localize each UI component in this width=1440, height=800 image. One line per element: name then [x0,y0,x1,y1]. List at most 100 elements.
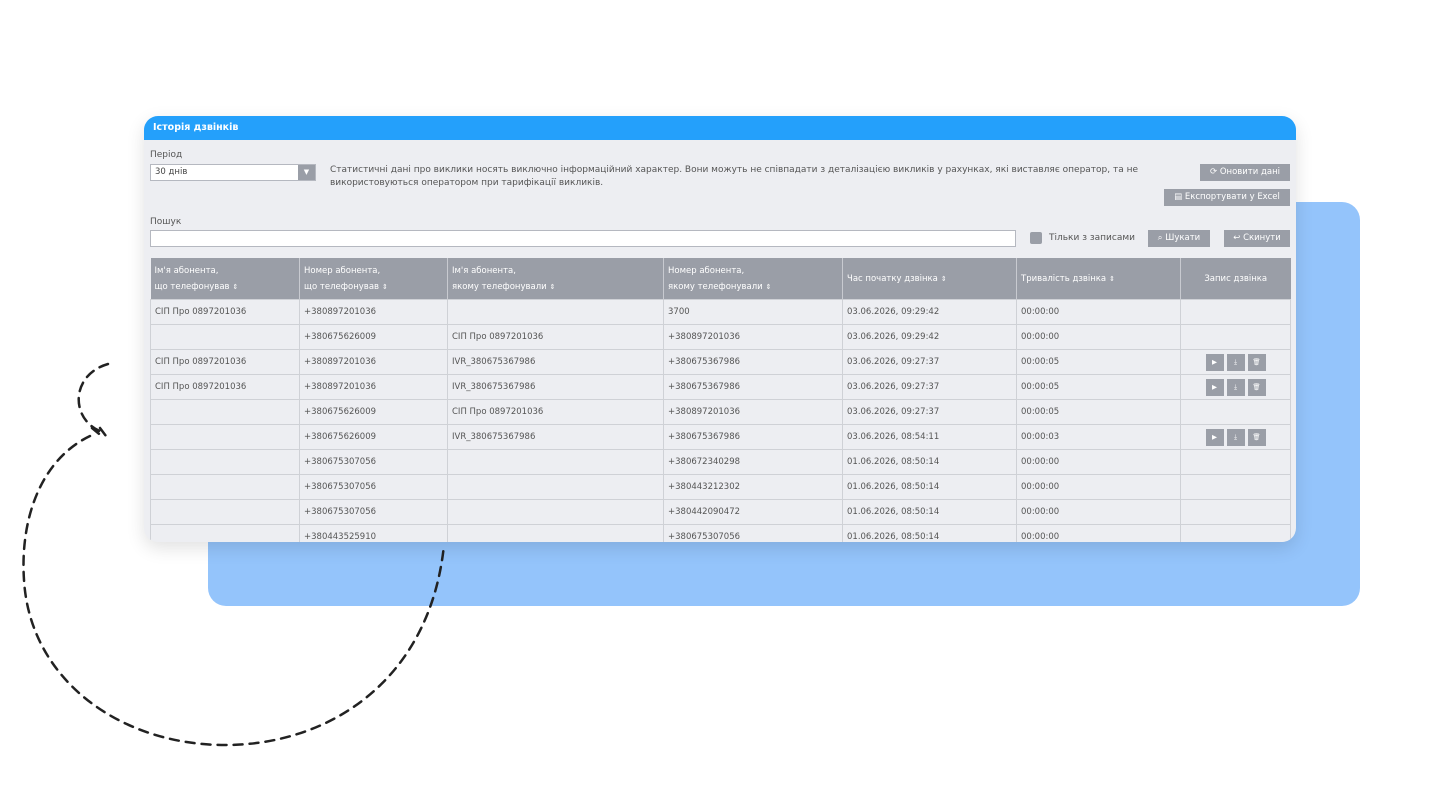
column-header-caller-name[interactable]: Ім'я абонента, що телефонував ⇕ [150,258,300,300]
only-records-checkbox[interactable] [1030,232,1042,244]
sort-icon[interactable]: ⇕ [550,283,556,291]
column-header-start-time[interactable]: Час початку дзвінка ⇕ [842,258,1017,300]
cell-caller-name [150,474,300,500]
cell-start-time: 01.06.2026, 08:50:14 [842,499,1017,525]
cell-duration: 00:00:05 [1016,399,1181,425]
reset-button[interactable]: ↩ Скинути [1224,230,1290,247]
cell-caller-name: СІП Про 0897201036 [150,299,300,325]
cell-callee-number: +380442090472 [663,499,843,525]
cell-recording: ▶ ⤓ 🗑 [1180,374,1291,400]
cell-caller-number: +380675626009 [299,324,448,350]
cell-caller-number: +380443525910 [299,524,448,542]
trash-icon[interactable]: 🗑 [1247,353,1266,371]
cell-callee-number: +380443212302 [663,474,843,500]
search-button[interactable]: ⌕ Шукати [1148,230,1210,247]
cell-recording [1180,499,1291,525]
cell-start-time: 03.06.2026, 09:27:37 [842,349,1017,375]
cell-callee-name [447,299,664,325]
cell-callee-number: +380672340298 [663,449,843,475]
sort-icon[interactable]: ⇕ [1109,275,1115,283]
cell-duration: 00:00:00 [1016,499,1181,525]
cell-callee-number: +380897201036 [663,324,843,350]
column-header-recording: Запис дзвінка [1180,258,1291,300]
cell-recording [1180,324,1291,350]
search-input[interactable] [150,230,1016,247]
play-icon[interactable]: ▶ [1205,353,1224,371]
play-icon[interactable]: ▶ [1205,428,1224,446]
reset-icon: ↩ [1233,233,1241,243]
table-header-row: Ім'я абонента, що телефонував ⇕ Номер абон… [150,258,1291,300]
cell-callee-number: +380675367986 [663,349,843,375]
chevron-down-icon[interactable]: ▼ [298,165,315,180]
export-excel-button[interactable]: ▤ Експортувати у Excel [1164,189,1290,206]
trash-icon[interactable]: 🗑 [1247,378,1266,396]
column-header-callee-number[interactable]: Номер абонента, якому телефонували ⇕ [663,258,843,300]
table-row[interactable]: +380675626009 СІП Про 0897201036 +38089720… [150,324,1291,350]
cell-callee-name: IVR_380675367986 [447,374,664,400]
cell-start-time: 03.06.2026, 08:54:11 [842,424,1017,450]
cell-caller-name: СІП Про 0897201036 [150,349,300,375]
cell-duration: 00:00:05 [1016,349,1181,375]
cell-caller-number: +380675307056 [299,499,448,525]
play-icon[interactable]: ▶ [1205,378,1224,396]
table-row[interactable]: +380443525910 +380675307056 01.06.2026, 08… [150,524,1291,542]
period-label: Період [150,150,183,160]
cell-callee-name: СІП Про 0897201036 [447,324,664,350]
cell-recording [1180,449,1291,475]
cell-callee-number: +380675367986 [663,424,843,450]
refresh-label: Оновити дані [1219,167,1280,177]
cell-caller-name [150,399,300,425]
trash-icon[interactable]: 🗑 [1247,428,1266,446]
sort-icon[interactable]: ⇕ [382,283,388,291]
cell-caller-number: +380675307056 [299,449,448,475]
column-header-callee-name[interactable]: Ім'я абонента, якому телефонували ⇕ [447,258,664,300]
cell-caller-name [150,324,300,350]
table-row[interactable]: +380675307056 +380443212302 01.06.2026, 08… [150,474,1291,500]
table-row[interactable]: СІП Про 0897201036 +380897201036 3700 03.06… [150,299,1291,325]
cell-start-time: 03.06.2026, 09:27:37 [842,399,1017,425]
search-button-label: Шукати [1165,233,1201,243]
cell-caller-number: +380675626009 [299,399,448,425]
table-row[interactable]: СІП Про 0897201036 +380897201036 IVR_38067… [150,374,1291,400]
download-icon[interactable]: ⤓ [1226,353,1245,371]
sort-icon[interactable]: ⇕ [766,283,772,291]
sort-icon[interactable]: ⇕ [941,275,947,283]
cell-caller-number: +380675307056 [299,474,448,500]
sort-icon[interactable]: ⇕ [233,283,239,291]
table-row[interactable]: +380675626009 СІП Про 0897201036 +38089720… [150,399,1291,425]
cell-start-time: 03.06.2026, 09:29:42 [842,299,1017,325]
cell-start-time: 03.06.2026, 09:27:37 [842,374,1017,400]
cell-duration: 00:00:05 [1016,374,1181,400]
cell-callee-name: IVR_380675367986 [447,424,664,450]
cell-recording: ▶ ⤓ 🗑 [1180,349,1291,375]
cell-callee-name: СІП Про 0897201036 [447,399,664,425]
cell-caller-name [150,449,300,475]
reset-button-label: Скинути [1243,233,1281,243]
cell-start-time: 01.06.2026, 08:50:14 [842,524,1017,542]
table-row[interactable]: +380675307056 +380442090472 01.06.2026, 08… [150,499,1291,525]
cell-callee-name [447,474,664,500]
export-label: Експортувати у Excel [1184,192,1280,202]
cell-start-time: 01.06.2026, 08:50:14 [842,474,1017,500]
cell-duration: 00:00:00 [1016,449,1181,475]
calls-table-wrap: Ім'я абонента, що телефонував ⇕ Номер абон… [150,258,1291,542]
refresh-button[interactable]: ⟳ Оновити дані [1200,164,1290,181]
table-row[interactable]: +380675626009 IVR_380675367986 +3806753679… [150,424,1291,450]
cell-caller-number: +380897201036 [299,299,448,325]
column-header-duration[interactable]: Тривалість дзвінка ⇕ [1016,258,1181,300]
calls-table: Ім'я абонента, що телефонував ⇕ Номер абон… [150,258,1291,542]
cell-callee-name: IVR_380675367986 [447,349,664,375]
cell-callee-name [447,499,664,525]
column-header-caller-number[interactable]: Номер абонента, що телефонував ⇕ [299,258,448,300]
calls-table-body: СІП Про 0897201036 +380897201036 3700 03.06… [150,299,1291,542]
cell-callee-name [447,524,664,542]
download-icon[interactable]: ⤓ [1226,378,1245,396]
period-select[interactable]: 30 днів ▼ [150,164,316,181]
cell-caller-name [150,499,300,525]
download-icon[interactable]: ⤓ [1226,428,1245,446]
table-row[interactable]: +380675307056 +380672340298 01.06.2026, 08… [150,449,1291,475]
cell-start-time: 03.06.2026, 09:29:42 [842,324,1017,350]
cell-duration: 00:00:00 [1016,299,1181,325]
cell-recording [1180,299,1291,325]
table-row[interactable]: СІП Про 0897201036 +380897201036 IVR_38067… [150,349,1291,375]
